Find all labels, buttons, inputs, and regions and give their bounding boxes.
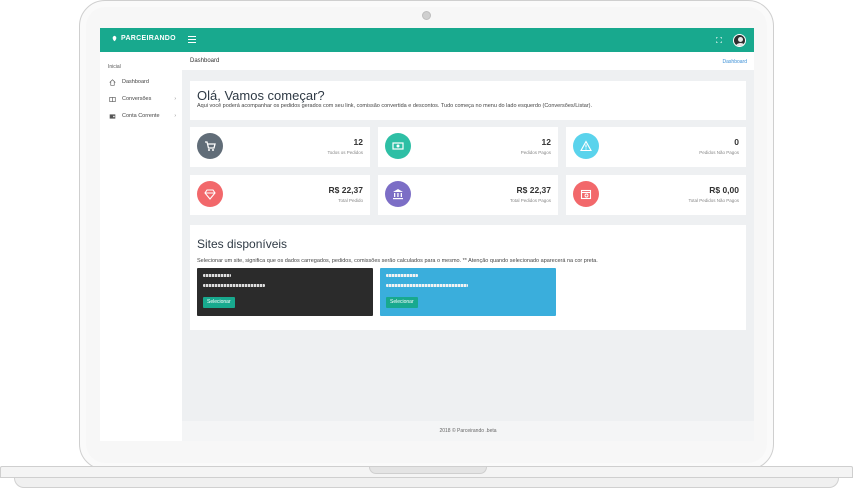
sidebar-item-label: Conversões: [122, 96, 152, 102]
stat-label: Total Pedidos Pagos: [509, 198, 551, 203]
site-name-redacted: [203, 274, 231, 277]
home-icon: [108, 78, 116, 86]
stat-value: R$ 22,37: [516, 185, 552, 195]
sidebar: Inicial Dashboard Conversões › Conta Cor…: [100, 52, 182, 441]
sites-subtitle: Selecionar um site, significa que os dad…: [197, 258, 598, 264]
site-url-redacted: [386, 284, 468, 287]
stat-card-paid-orders: 12 Pedidos Pagos: [378, 127, 558, 167]
stat-value: R$ 22,37: [328, 185, 364, 195]
sidebar-item-conta-corrente[interactable]: Conta Corrente ›: [108, 110, 180, 122]
welcome-subtitle: Aqui você poderá acompanhar os pedidos g…: [197, 103, 593, 109]
site-card-selected[interactable]: Selecionar: [197, 268, 373, 316]
stat-value: 12: [541, 137, 551, 147]
stat-label: Total Pedido: [338, 198, 363, 203]
wallet-icon: [108, 112, 116, 120]
page-title: Dashboard: [190, 58, 220, 64]
welcome-title: Olá, Vamos começar?: [197, 88, 325, 103]
base-notch: [369, 467, 487, 474]
footer: 2018 © Parceirando .beta: [182, 421, 754, 441]
stat-value: 12: [353, 137, 363, 147]
sidebar-caption: Inicial: [108, 64, 121, 70]
site-name-redacted: [386, 274, 418, 277]
menu-toggle-icon[interactable]: [188, 36, 196, 43]
stat-card-all-orders: 12 Todos os Pedidos: [190, 127, 370, 167]
stat-value: R$ 0,00: [709, 185, 739, 195]
stat-card-total-unpaid: R$ 0,00 Total Pedidos Não Pagos: [566, 175, 746, 215]
main-content: Dashboard Dashboard Olá, Vamos começar? …: [182, 52, 754, 441]
stat-card-unpaid-orders: 0 Pedidos Não Pagos: [566, 127, 746, 167]
calendar-icon: [573, 181, 599, 207]
chevron-right-icon: ›: [174, 96, 176, 102]
sidebar-item-label: Dashboard: [122, 79, 149, 85]
top-navbar: PARCEIRANDO: [100, 28, 754, 52]
chevron-right-icon: ›: [174, 113, 176, 119]
bank-icon: [385, 181, 411, 207]
sites-title: Sites disponíveis: [197, 237, 288, 251]
stat-label: Pedidos Não Pagos: [699, 150, 739, 155]
select-site-button[interactable]: Selecionar: [386, 297, 418, 308]
leaf-icon: [112, 35, 117, 42]
sidebar-item-label: Conta Corrente: [122, 113, 160, 119]
stat-label: Todos os Pedidos: [327, 150, 363, 155]
brand-name: PARCEIRANDO: [121, 35, 176, 42]
stat-label: Pedidos Pagos: [520, 150, 551, 155]
sites-panel: Sites disponíveis Selecionar um site, si…: [190, 225, 746, 330]
app-screen: PARCEIRANDO Inicial Dashboard Conversões…: [100, 28, 754, 441]
site-card[interactable]: Selecionar: [380, 268, 556, 316]
base-top: [0, 466, 853, 478]
base-bottom: [14, 478, 839, 488]
stat-card-total-orders: R$ 22,37 Total Pedido: [190, 175, 370, 215]
welcome-panel: Olá, Vamos começar? Aqui você poderá aco…: [190, 81, 746, 120]
brand-logo[interactable]: PARCEIRANDO: [111, 35, 176, 42]
sidebar-item-conversoes[interactable]: Conversões ›: [108, 93, 180, 105]
fullscreen-icon[interactable]: [716, 37, 722, 43]
card-icon: [108, 95, 116, 103]
breadcrumb: Dashboard Dashboard: [182, 52, 754, 70]
select-site-button[interactable]: Selecionar: [203, 297, 235, 308]
camera-icon: [422, 11, 431, 20]
stat-card-total-paid: R$ 22,37 Total Pedidos Pagos: [378, 175, 558, 215]
sidebar-item-dashboard[interactable]: Dashboard: [108, 76, 180, 88]
money-icon: [385, 133, 411, 159]
breadcrumb-link[interactable]: Dashboard: [723, 59, 747, 65]
cart-icon: [197, 133, 223, 159]
diamond-icon: [197, 181, 223, 207]
site-url-redacted: [203, 284, 265, 287]
stat-value: 0: [734, 137, 739, 147]
stat-label: Total Pedidos Não Pagos: [688, 198, 739, 203]
laptop-base: [0, 466, 853, 492]
warning-icon: [573, 133, 599, 159]
user-avatar[interactable]: [733, 34, 746, 47]
